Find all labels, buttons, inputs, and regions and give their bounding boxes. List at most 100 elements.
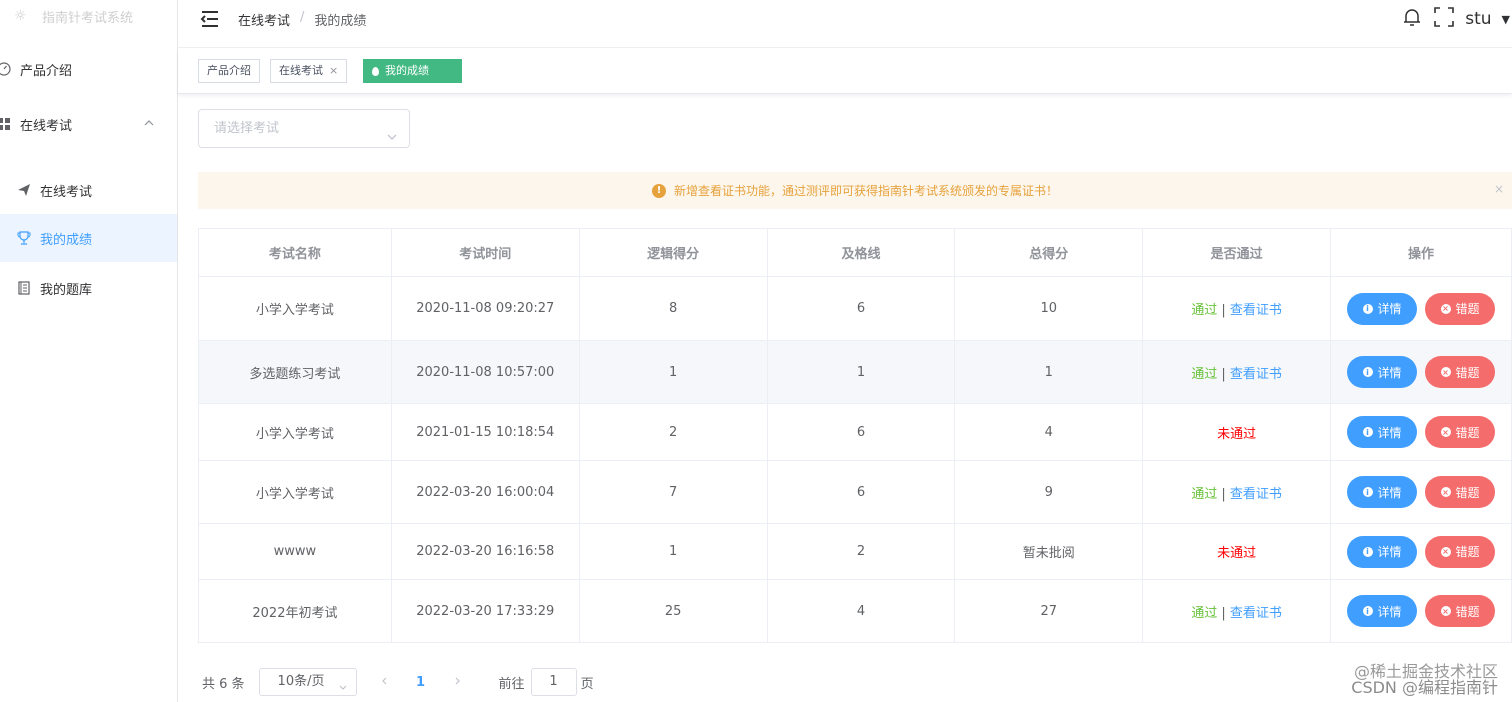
logo-icon: ☼	[14, 8, 27, 24]
tag-my-scores[interactable]: 我的成绩	[363, 59, 462, 83]
chevron-down-icon	[385, 122, 399, 140]
view-certificate-link[interactable]: 查看证书	[1230, 367, 1282, 382]
status-text: 通过	[1191, 303, 1218, 318]
view-certificate-link[interactable]: 查看证书	[1230, 487, 1282, 502]
bell-icon[interactable]	[1401, 6, 1423, 32]
status-text: 未通过	[1217, 426, 1257, 442]
table-cell: 2022-03-20 16:16:58	[390, 523, 580, 580]
exam-select-placeholder: 请选择考试	[214, 121, 280, 136]
sidebar-group-online-exam[interactable]: 在线考试	[0, 100, 177, 148]
view-certificate-link[interactable]: 查看证书	[1230, 606, 1282, 621]
table-cell: 暂未批阅	[954, 523, 1144, 580]
table-header-row: 考试名称 考试时间 逻辑得分 及格线 总得分 是否通过 操作	[198, 228, 1512, 277]
status-text: 通过	[1191, 486, 1218, 502]
wrong-questions-button[interactable]: × 错题	[1425, 535, 1496, 568]
exam-select[interactable]: 请选择考试	[198, 109, 410, 148]
wrong-questions-button[interactable]: × 错题	[1425, 476, 1496, 508]
table-cell: 8	[578, 276, 768, 341]
wrong-questions-button[interactable]: × 错题	[1425, 292, 1496, 325]
caret-down-icon[interactable]: ▼	[1502, 13, 1510, 26]
sidebar-item-my-questions[interactable]: 我的题库	[0, 264, 177, 312]
button-label: 详情	[1377, 485, 1402, 500]
pagination: 共 6 条 10条/页 1 前往 1 页	[202, 668, 594, 696]
column-header: 及格线	[766, 228, 956, 277]
info-icon: i	[1362, 303, 1373, 314]
dashboard-icon	[0, 61, 12, 77]
goto-page-input[interactable]: 1	[530, 668, 577, 696]
username[interactable]: stu	[1465, 9, 1491, 29]
prev-page-button[interactable]	[373, 675, 397, 690]
actions-cell: i 详情 × 错题	[1330, 579, 1512, 643]
scores-table: 考试名称 考试时间 逻辑得分 及格线 总得分 是否通过 操作 小学入学考试 202…	[198, 228, 1512, 643]
detail-button[interactable]: i 详情	[1347, 595, 1418, 627]
table-cell: 2020-11-08 10:57:00	[390, 340, 580, 404]
actions-cell: i 详情 × 错题	[1330, 523, 1512, 580]
table-cell: 1	[578, 523, 768, 580]
actions-cell: i 详情 × 错题	[1330, 460, 1512, 524]
sidebar-item-label: 我的成绩	[40, 232, 93, 248]
close-circle-icon: ×	[1440, 303, 1451, 314]
table-cell: 6	[766, 403, 956, 461]
page-size-select[interactable]: 10条/页	[258, 668, 357, 696]
page-number[interactable]: 1	[407, 675, 435, 690]
button-label: 详情	[1377, 425, 1402, 440]
table-row: 小学入学考试 2020-11-08 09:20:27 8 6 10 通过 | 查看证书 i 详情 ×…	[198, 276, 1512, 341]
button-label: 错题	[1455, 365, 1480, 380]
breadcrumb-separator: /	[300, 10, 305, 25]
page-suffix: 页	[580, 676, 594, 692]
watermark: @稀土掘金技术社区 CSDN @编程指南针	[1351, 662, 1498, 698]
tag-label: 我的成绩	[385, 64, 429, 77]
tags-view: 产品介绍 在线考试 × 我的成绩	[178, 48, 1512, 94]
grid-icon	[0, 116, 12, 132]
sidebar-item-label: 在线考试	[40, 184, 93, 200]
table-cell: 2021-01-15 10:18:54	[390, 403, 580, 461]
app-root: ☼ 指南针考试系统 产品介绍 在线考试 在线考试 我的成绩 我的题库 在线考试 …	[0, 0, 1512, 702]
trophy-icon	[16, 230, 32, 246]
view-certificate-link[interactable]: 查看证书	[1230, 303, 1282, 318]
watermark-line: CSDN @编程指南针	[1351, 678, 1498, 697]
table-cell: 小学入学考试	[198, 460, 392, 524]
column-header: 逻辑得分	[578, 228, 768, 277]
detail-button[interactable]: i 详情	[1347, 356, 1418, 388]
button-label: 错题	[1455, 604, 1480, 619]
fullscreen-icon[interactable]	[1433, 6, 1455, 32]
actions-cell: i 详情 × 错题	[1330, 340, 1512, 404]
sidebar-item-my-scores[interactable]: 我的成绩	[0, 214, 177, 262]
wrong-questions-button[interactable]: × 错题	[1425, 416, 1496, 448]
button-label: 详情	[1377, 545, 1402, 559]
table-row: 小学入学考试 2021-01-15 10:18:54 2 6 4 未通过 i 详情 × 错题	[198, 403, 1512, 461]
detail-button[interactable]: i 详情	[1347, 476, 1418, 508]
table-cell: 6	[766, 460, 956, 524]
table-cell: 27	[954, 579, 1144, 643]
tag-product-intro[interactable]: 产品介绍	[198, 59, 260, 83]
column-header: 考试名称	[198, 228, 392, 277]
chevron-up-icon	[143, 117, 155, 129]
status-text: 通过	[1191, 366, 1218, 382]
tag-label: 在线考试	[279, 64, 323, 77]
status-cell: 未通过	[1142, 403, 1332, 461]
close-circle-icon: ×	[1440, 427, 1451, 437]
sidebar-item-online-exam[interactable]: 在线考试	[0, 166, 177, 214]
menu-fold-icon[interactable]	[200, 9, 220, 29]
tag-online-exam[interactable]: 在线考试 ×	[270, 59, 348, 83]
sidebar: ☼ 指南针考试系统 产品介绍 在线考试 在线考试 我的成绩 我的题库	[0, 0, 178, 702]
detail-button[interactable]: i 详情	[1347, 292, 1418, 325]
detail-button[interactable]: i 详情	[1347, 416, 1418, 448]
header-actions: stu ▼	[1401, 6, 1512, 32]
breadcrumb-item[interactable]: 在线考试	[238, 10, 290, 29]
chevron-down-icon	[338, 677, 348, 690]
close-icon[interactable]: ×	[329, 60, 338, 82]
breadcrumb: 在线考试 / 我的成绩	[238, 10, 366, 29]
detail-button[interactable]: i 详情	[1347, 535, 1418, 568]
actions-cell: i 详情 × 错题	[1330, 403, 1512, 461]
goto-label: 前往	[498, 676, 525, 692]
table-row: 多选题练习考试 2020-11-08 10:57:00 1 1 1 通过 | 查看证书 i 详情 ×…	[198, 340, 1512, 404]
column-header: 考试时间	[390, 228, 580, 277]
wrong-questions-button[interactable]: × 错题	[1425, 356, 1496, 388]
next-page-button[interactable]	[445, 675, 469, 690]
sidebar-item-product-intro[interactable]: 产品介绍	[0, 45, 177, 93]
close-icon[interactable]: ×	[1494, 182, 1504, 196]
table-cell: wwww	[198, 523, 392, 580]
wrong-questions-button[interactable]: × 错题	[1425, 595, 1496, 627]
info-icon: i	[1362, 427, 1373, 437]
